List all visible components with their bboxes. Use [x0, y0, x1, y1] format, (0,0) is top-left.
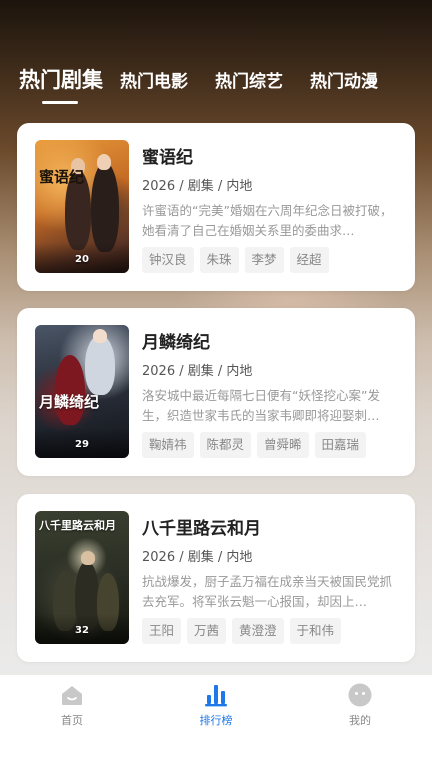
poster-image: 八千里路云和月 32 [35, 511, 129, 644]
nav-home-label: 首页 [61, 714, 83, 727]
actor-tag[interactable]: 田嘉瑞 [314, 432, 367, 458]
actor-tags: 鞠婧祎 陈都灵 曾舜晞 田嘉瑞 [142, 432, 372, 458]
actor-tags: 王阳 万茜 黄澄澄 于和伟 [142, 618, 347, 644]
drama-card[interactable]: 月鳞绮纪 29 月鳞绮纪 2026 / 剧集 / 内地 洛安城中最近每隔七日便有… [17, 308, 415, 476]
poster-title: 八千里路云和月 [39, 519, 116, 532]
episode-count: 29 [75, 439, 89, 450]
episode-count: 32 [75, 625, 89, 636]
category-tabs: 热门剧集 热门电影 热门综艺 热门动漫 [0, 60, 432, 106]
drama-title: 蜜语纪 [142, 148, 193, 168]
drama-title: 八千里路云和月 [142, 519, 261, 539]
actor-tag[interactable]: 陈都灵 [199, 432, 252, 458]
drama-meta: 2026 / 剧集 / 内地 [142, 179, 253, 194]
poster-image: 蜜语纪 20 [35, 140, 129, 273]
tab-hot-variety[interactable]: 热门综艺 [215, 67, 283, 92]
home-icon [62, 686, 82, 705]
actor-tag[interactable]: 经超 [289, 247, 329, 273]
nav-profile-label: 我的 [349, 714, 371, 727]
actor-tags: 钟汉良 朱珠 李梦 经超 [142, 247, 335, 273]
tab-hot-dramas[interactable]: 热门剧集 [19, 64, 103, 94]
actor-tag[interactable]: 王阳 [142, 618, 182, 644]
drama-description: 抗战爆发，厨子孟万福在成亲当天被国民党抓去充军。将军张云魁一心报国，却因上… [142, 574, 393, 609]
tab-hot-anime[interactable]: 热门动漫 [310, 67, 378, 92]
actor-tag[interactable]: 钟汉良 [142, 247, 194, 273]
episode-count: 20 [75, 254, 89, 265]
tab-hot-movies[interactable]: 热门电影 [120, 67, 188, 92]
bottom-nav: 首页 排行榜 我的 [0, 675, 432, 768]
actor-tag[interactable]: 朱珠 [199, 247, 239, 273]
poster-title: 蜜语纪 [39, 168, 85, 186]
actor-tag[interactable]: 黄澄澄 [232, 618, 284, 644]
drama-description: 许蜜语的“完美”婚姻在六周年纪念日被打破，她看清了自己在婚姻关系里的委曲求… [142, 203, 393, 238]
poster-title: 月鳞绮纪 [39, 393, 100, 411]
drama-title: 月鳞绮纪 [142, 333, 210, 353]
actor-tag[interactable]: 鞠婧祎 [142, 432, 194, 458]
nav-profile[interactable]: 我的 [310, 675, 410, 735]
poster-image: 月鳞绮纪 29 [35, 325, 129, 458]
actor-tag[interactable]: 曾舜晞 [257, 432, 309, 458]
ranking-icon [205, 685, 227, 707]
profile-icon [348, 683, 372, 707]
drama-card[interactable]: 八千里路云和月 32 八千里路云和月 2026 / 剧集 / 内地 抗战爆发，厨… [17, 494, 415, 662]
drama-description: 洛安城中最近每隔七日便有“妖怪挖心案”发生，织造世家韦氏的当家韦卿即将迎娶刺… [142, 388, 380, 423]
drama-meta: 2026 / 剧集 / 内地 [142, 550, 253, 565]
nav-ranking[interactable]: 排行榜 [166, 675, 266, 735]
nav-home[interactable]: 首页 [22, 675, 122, 735]
actor-tag[interactable]: 李梦 [244, 247, 284, 273]
actor-tag[interactable]: 于和伟 [289, 618, 342, 644]
drama-card[interactable]: 蜜语纪 20 蜜语纪 2026 / 剧集 / 内地 许蜜语的“完美”婚姻在六周年… [17, 123, 415, 291]
drama-meta: 2026 / 剧集 / 内地 [142, 364, 253, 379]
nav-ranking-label: 排行榜 [199, 714, 233, 727]
actor-tag[interactable]: 万茜 [187, 618, 227, 644]
active-tab-indicator [42, 101, 78, 104]
